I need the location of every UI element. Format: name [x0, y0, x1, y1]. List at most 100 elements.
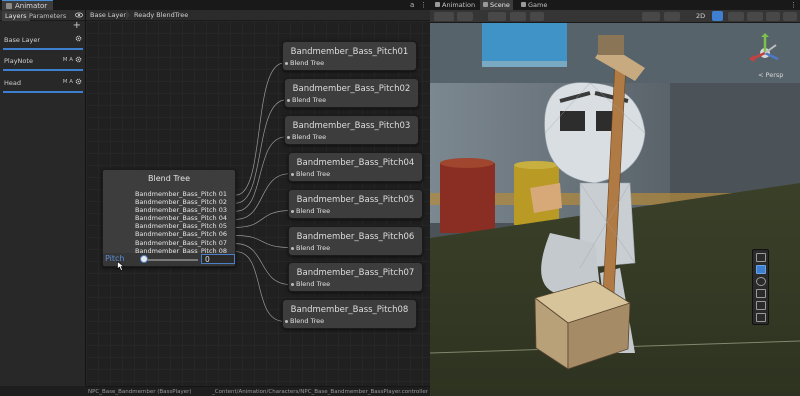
child-blend-tree-node[interactable]: Bandmember_Bass_Pitch08 Blend Tree — [282, 299, 417, 330]
node-port-icon — [291, 209, 294, 213]
rotate-tool-icon[interactable] — [756, 277, 766, 286]
tab-scene-label: Scene — [490, 1, 510, 9]
gear-icon[interactable] — [75, 78, 82, 85]
child-blend-tree-node[interactable]: Bandmember_Bass_Pitch05 Blend Tree — [288, 188, 423, 219]
effects-dropdown[interactable] — [747, 12, 763, 21]
node-port-icon — [287, 135, 290, 139]
pitch-value-field[interactable]: 0 — [201, 254, 235, 264]
layer-item-base-layer[interactable]: Base Layer — [3, 34, 83, 50]
gear-icon[interactable] — [75, 56, 82, 63]
tab-animation[interactable]: Animation — [432, 0, 478, 10]
breadcrumb-ready-blendtree[interactable]: Ready BlendTree — [130, 10, 192, 21]
audio-toggle-button[interactable] — [728, 12, 744, 21]
mouse-cursor-icon — [117, 261, 125, 271]
shading-dropdown[interactable] — [457, 12, 473, 21]
camera-dropdown[interactable] — [664, 12, 680, 21]
motion-item: Bandmember_Bass_Pitch 05 — [134, 222, 227, 231]
status-controller-owner: NPC_Base_Bandmember (BassPlayer) — [88, 389, 192, 395]
eye-icon[interactable] — [75, 11, 83, 19]
gizmos-dropdown[interactable] — [783, 12, 797, 21]
node-port-icon — [287, 98, 290, 102]
scale-tool-icon[interactable] — [756, 289, 766, 298]
layer-item-head[interactable]: Head M A — [3, 77, 83, 93]
layer-mask-additive-indicator: M A — [62, 57, 73, 63]
child-node-subtitle: Blend Tree — [296, 169, 331, 178]
child-blend-tree-node[interactable]: Bandmember_Bass_Pitch02 Blend Tree — [284, 77, 419, 108]
status-controller-path: _Content/Animation/Characters/NPC_Base_B… — [212, 389, 428, 395]
tab-parameters[interactable]: Parameters — [26, 11, 69, 21]
child-blend-tree-node[interactable]: Bandmember_Bass_Pitch03 Blend Tree — [284, 114, 419, 145]
animation-tab-icon — [435, 2, 440, 7]
pitch-slider-handle[interactable] — [140, 255, 148, 263]
game-tab-icon — [521, 2, 526, 7]
animator-window-tab[interactable]: Animator — [2, 0, 54, 10]
child-node-subtitle: Blend Tree — [296, 243, 331, 252]
animator-tab-label: Animator — [15, 2, 48, 10]
node-port-icon — [285, 320, 288, 324]
window-menu-icon[interactable]: ⋮ — [790, 0, 797, 10]
node-port-icon — [285, 62, 288, 65]
child-blend-tree-node[interactable]: Bandmember_Bass_Pitch06 Blend Tree — [288, 225, 423, 256]
layer-mask-additive-indicator: M A — [62, 79, 73, 85]
layers-panel: Layers Parameters + Base Layer PlayNote … — [0, 10, 86, 386]
pitch-slider-track[interactable] — [143, 259, 198, 261]
status-bar-pad — [0, 386, 86, 396]
node-port-icon — [291, 283, 294, 287]
transform-tool-icon[interactable] — [756, 313, 766, 322]
motion-item: Bandmember_Bass_Pitch 03 — [134, 206, 227, 215]
camera-settings-button[interactable] — [766, 12, 780, 21]
scene-viewport[interactable]: < Persp — [430, 23, 800, 396]
gear-icon[interactable] — [75, 35, 82, 42]
render-mode-dropdown[interactable] — [642, 12, 660, 21]
breadcrumb-base-layer[interactable]: Base Layer — [86, 10, 130, 21]
add-layer-button[interactable]: + — [73, 21, 81, 31]
pivot-dropdown[interactable] — [488, 12, 506, 21]
child-node-title: Bandmember_Bass_Pitch02 — [292, 83, 411, 94]
scene-tab-icon — [483, 2, 488, 7]
rect-tool-icon[interactable] — [756, 301, 766, 310]
blend-tree-node[interactable]: Blend Tree Bandmember_Bass_Pitch 01 Band… — [102, 169, 236, 267]
blend-tree-motion-list: Bandmember_Bass_Pitch 01 Bandmember_Bass… — [135, 190, 227, 255]
tab-scene[interactable]: Scene — [480, 0, 513, 10]
motion-item: Bandmember_Bass_Pitch 07 — [134, 238, 227, 247]
scene-tools-overlay — [752, 249, 769, 325]
global-dropdown[interactable] — [510, 12, 526, 21]
child-node-title: Bandmember_Bass_Pitch06 — [296, 231, 415, 242]
tab-game[interactable]: Game — [518, 0, 550, 10]
lock-icon[interactable]: a — [410, 0, 414, 10]
window-menu-icon[interactable]: ⋮ — [420, 0, 427, 10]
scene-window: Animation Scene Game ⋮ 2D < Persp — [430, 0, 800, 396]
layer-name: PlayNote — [4, 57, 33, 65]
move-tool-icon[interactable] — [756, 265, 766, 274]
layer-name: Base Layer — [4, 36, 41, 44]
tab-game-label: Game — [528, 1, 548, 9]
child-node-title: Bandmember_Bass_Pitch03 — [292, 120, 411, 131]
child-blend-tree-node[interactable]: Bandmember_Bass_Pitch01 Blend Tree — [282, 41, 417, 71]
animator-window-tabbar: Animator a ⋮ — [0, 0, 430, 10]
connection-wire — [235, 173, 291, 220]
scene-toolbar: 2D — [430, 10, 800, 23]
animator-window: Animator a ⋮ Layers Parameters + Base La… — [0, 0, 430, 396]
connection-wire — [235, 243, 291, 285]
child-blend-tree-node[interactable]: Bandmember_Bass_Pitch07 Blend Tree — [288, 262, 423, 293]
grid-snap-button[interactable] — [530, 12, 544, 21]
persp-label[interactable]: < Persp — [758, 71, 783, 79]
draw-mode-dropdown[interactable] — [434, 12, 454, 21]
hand-tool-icon[interactable] — [756, 253, 766, 262]
animator-icon — [6, 3, 12, 9]
child-node-title: Bandmember_Bass_Pitch05 — [296, 194, 415, 205]
toggle-2d-button[interactable]: 2D — [694, 11, 707, 21]
blend-tree-node-title: Blend Tree — [148, 174, 190, 183]
layer-name: Head — [4, 79, 21, 87]
motion-item: Bandmember_Bass_Pitch 01 — [134, 190, 227, 198]
lighting-toggle-icon[interactable] — [712, 11, 723, 21]
child-blend-tree-node[interactable]: Bandmember_Bass_Pitch04 Blend Tree — [288, 151, 423, 182]
child-node-subtitle: Blend Tree — [292, 95, 327, 104]
connection-wire — [235, 251, 285, 322]
node-port-icon — [291, 172, 294, 176]
animator-graph[interactable]: Bandmember_Bass_Pitch01 Blend Tree Bandmem… — [86, 21, 430, 386]
layer-item-playnote[interactable]: PlayNote M A — [3, 55, 83, 71]
child-node-title: Bandmember_Bass_Pitch07 — [296, 268, 415, 279]
child-node-subtitle: Blend Tree — [290, 59, 325, 67]
child-node-title: Bandmember_Bass_Pitch04 — [296, 157, 415, 168]
